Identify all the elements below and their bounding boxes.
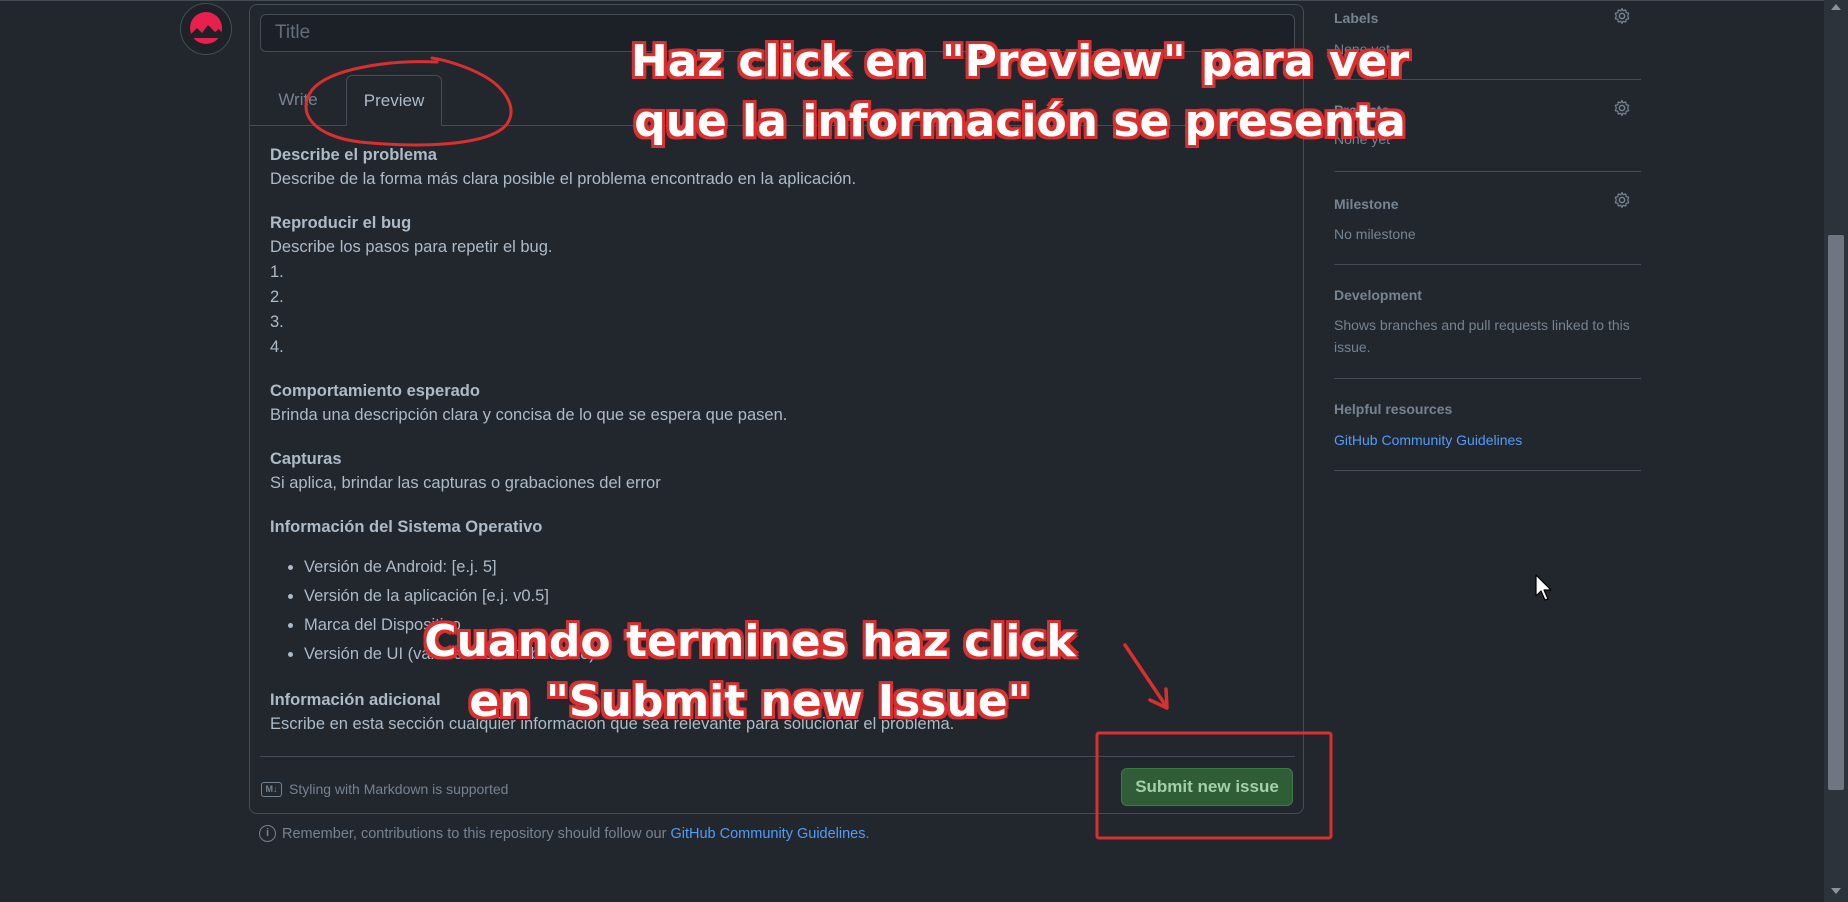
annotation-line: que la información se presenta [634,96,1406,147]
submit-highlight-box [1095,731,1333,840]
annotation-line: en "Submit new Issue" [469,676,1031,727]
annotation-line: Haz click en "Preview" para ver [630,36,1410,87]
preview-circle-mark [304,56,513,147]
annotation-submit-hint: Cuando termines haz click en "Submit new… [340,612,1160,732]
annotation-preview-hint: Haz click en "Preview" para ver que la i… [590,32,1450,152]
annotation-line: Cuando termines haz click [424,616,1076,667]
